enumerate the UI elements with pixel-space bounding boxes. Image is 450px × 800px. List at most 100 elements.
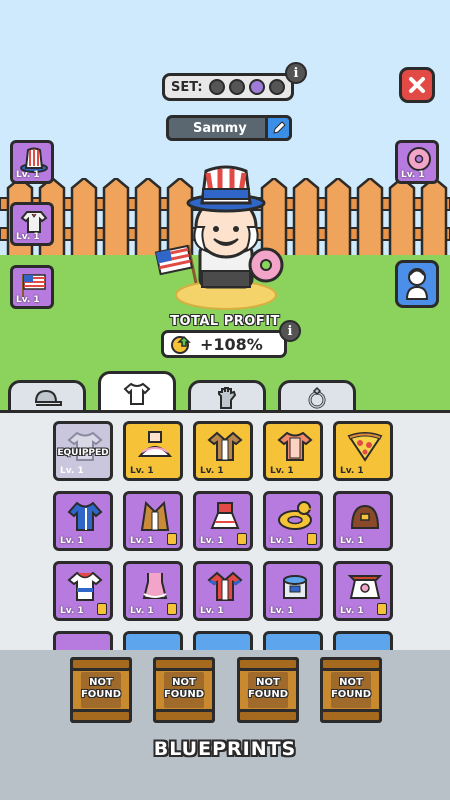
item-partial[interactable] xyxy=(263,631,323,650)
item-pink-top[interactable]: Lv. 1 xyxy=(123,561,183,621)
coin-up-icon xyxy=(171,335,191,354)
item-grid-panel[interactable]: EQUIPPED Lv. 1 Lv. 1 Lv. 1 Lv. 1 Lv. 1 L… xyxy=(0,410,450,650)
set-progress: SET: xyxy=(162,73,294,101)
equipped-hat-slot[interactable]: Lv. 1 xyxy=(10,140,54,184)
equipped-donut-slot[interactable]: Lv. 1 xyxy=(395,140,439,184)
cap-icon xyxy=(34,389,62,406)
total-profit-display: +108% xyxy=(161,330,287,358)
blueprint-slot-3[interactable]: NOT FOUND xyxy=(237,657,299,723)
item-duck-float[interactable]: Lv. 1 xyxy=(263,491,323,551)
equipped-flag-slot[interactable]: Lv. 1 xyxy=(10,265,54,309)
item-level: Lv. 1 xyxy=(340,466,364,476)
game-screen: SET: i Sammy Lv. 1 Lv. 1 Lv. 1 Lv. 1 TOT… xyxy=(0,0,450,800)
set-slot-4 xyxy=(268,79,285,95)
item-level: Lv. 1 xyxy=(270,466,294,476)
item-level: Lv. 1 xyxy=(340,536,364,546)
blueprints-title: BLUEPRINTS xyxy=(153,738,297,760)
item-partial[interactable] xyxy=(53,631,113,650)
total-profit-value: +108% xyxy=(200,334,263,354)
item-level: Lv. 1 xyxy=(60,606,84,616)
vest-icon xyxy=(140,500,170,531)
item-vest[interactable]: Lv. 1 xyxy=(123,491,183,551)
blueprint-status: NOT FOUND xyxy=(163,677,205,700)
blueprint-card-icon xyxy=(237,533,247,545)
blueprint-status: NOT FOUND xyxy=(330,677,372,700)
tshirt-icon xyxy=(123,382,151,405)
blueprint-slot-4[interactable]: NOT FOUND xyxy=(320,657,382,723)
slot-level: Lv. 1 xyxy=(16,170,40,180)
duck-float-icon xyxy=(278,501,313,530)
edit-name-button[interactable] xyxy=(265,115,292,141)
set-slot-2 xyxy=(228,79,245,95)
item-red-dress[interactable]: Lv. 1 xyxy=(193,491,253,551)
item-partial[interactable] xyxy=(193,631,253,650)
tutu-dress-icon xyxy=(137,431,173,457)
pencil-icon xyxy=(272,121,286,134)
item-level: Lv. 1 xyxy=(60,536,84,546)
slot-level: Lv. 1 xyxy=(401,170,425,180)
slot-level: Lv. 1 xyxy=(16,295,40,305)
profit-info-button[interactable]: i xyxy=(279,320,301,342)
pizza-icon xyxy=(347,432,383,462)
item-level: Lv. 1 xyxy=(60,466,84,476)
item-level: Lv. 1 xyxy=(130,466,154,476)
tab-clothes[interactable] xyxy=(98,371,176,413)
space-suit-icon xyxy=(283,575,307,599)
item-level: Lv. 1 xyxy=(130,536,154,546)
equipped-badge: EQUIPPED xyxy=(57,448,109,458)
character-avatar-icon xyxy=(405,268,429,300)
blueprint-slot-2[interactable]: NOT FOUND xyxy=(153,657,215,723)
item-blue-hoodie[interactable]: Lv. 1 xyxy=(53,491,113,551)
tab-accessories[interactable] xyxy=(188,380,266,412)
tab-hats[interactable] xyxy=(8,380,86,412)
item-pizza[interactable]: Lv. 1 xyxy=(333,421,393,481)
jersey-icon xyxy=(67,571,103,601)
item-level: Lv. 1 xyxy=(270,606,294,616)
bacon-shirt-icon xyxy=(277,431,313,461)
character-sammy[interactable] xyxy=(150,165,300,315)
item-chef-coat[interactable]: Lv. 1 xyxy=(333,561,393,621)
item-level: Lv. 1 xyxy=(340,606,364,616)
ring-icon xyxy=(308,386,326,408)
blueprint-status: NOT FOUND xyxy=(80,677,122,700)
item-shirt-equipped[interactable]: EQUIPPED Lv. 1 xyxy=(53,421,113,481)
glove-icon xyxy=(218,386,237,409)
item-trench-coat[interactable]: Lv. 1 xyxy=(193,421,253,481)
pink-top-icon xyxy=(142,573,168,599)
item-varsity-jacket[interactable]: Lv. 1 xyxy=(193,561,253,621)
blueprint-card-icon xyxy=(307,533,317,545)
item-partial[interactable] xyxy=(333,631,393,650)
item-level: Lv. 1 xyxy=(130,606,154,616)
item-baseball-jersey[interactable]: Lv. 1 xyxy=(53,561,113,621)
info-icon: i xyxy=(293,65,299,81)
avatar-select-button[interactable] xyxy=(395,260,439,308)
item-space-suit[interactable]: Lv. 1 xyxy=(263,561,323,621)
item-level: Lv. 1 xyxy=(200,536,224,546)
brown-coat-icon xyxy=(350,504,380,529)
close-x-icon xyxy=(409,77,425,93)
blueprint-card-icon xyxy=(97,603,107,615)
blueprint-status: NOT FOUND xyxy=(247,677,289,700)
dress-icon xyxy=(210,502,240,529)
item-brown-coat[interactable]: Lv. 1 xyxy=(333,491,393,551)
info-icon: i xyxy=(287,323,293,339)
blueprint-slot-1[interactable]: NOT FOUND xyxy=(70,657,132,723)
item-bacon-shirt[interactable]: Lv. 1 xyxy=(263,421,323,481)
item-level: Lv. 1 xyxy=(270,536,294,546)
blueprint-card-icon xyxy=(377,603,387,615)
blueprint-card-icon xyxy=(167,603,177,615)
item-tutu[interactable]: Lv. 1 xyxy=(123,421,183,481)
close-button[interactable] xyxy=(399,67,435,103)
character-name-field[interactable]: Sammy xyxy=(166,115,292,141)
item-level: Lv. 1 xyxy=(200,606,224,616)
trench-coat-icon xyxy=(207,431,243,461)
item-partial[interactable] xyxy=(123,631,183,650)
character-name: Sammy xyxy=(193,120,247,136)
blueprints-area xyxy=(0,650,450,800)
slot-level: Lv. 1 xyxy=(16,232,40,242)
blueprint-card-icon xyxy=(167,533,177,545)
tab-rings[interactable] xyxy=(278,380,356,412)
total-profit-title: TOTAL PROFIT xyxy=(170,314,280,329)
equipped-shirt-slot[interactable]: Lv. 1 xyxy=(10,202,54,246)
set-info-button[interactable]: i xyxy=(285,62,307,84)
